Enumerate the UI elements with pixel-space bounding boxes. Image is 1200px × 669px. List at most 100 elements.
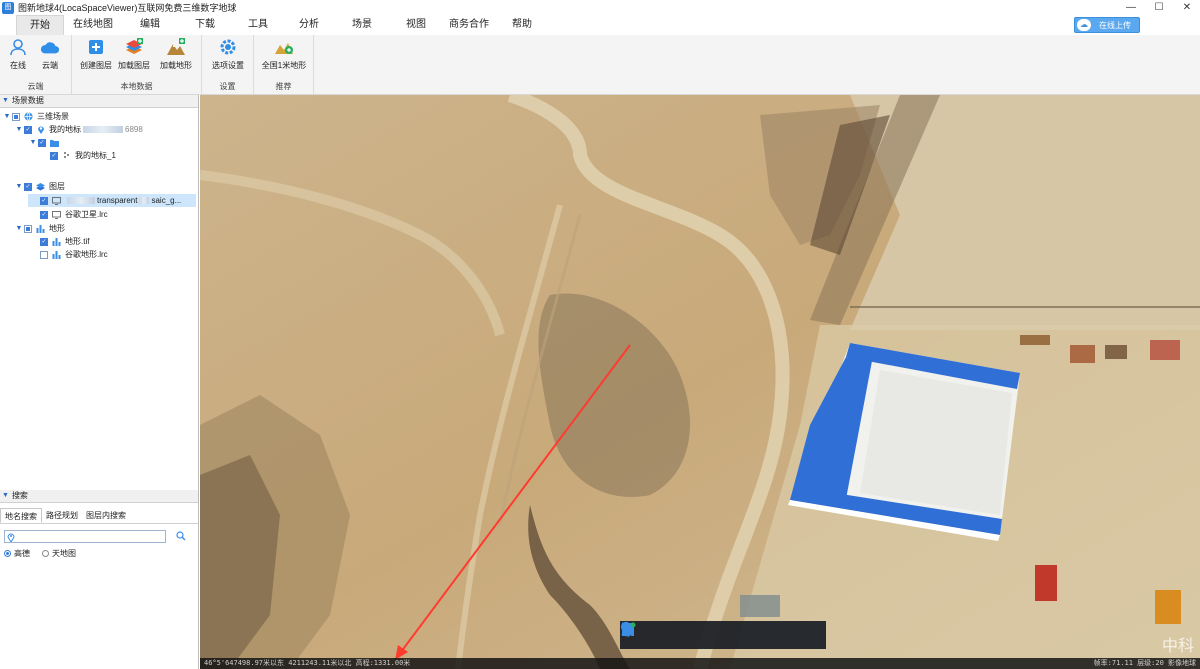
load-terrain-icon (166, 37, 186, 57)
checkbox[interactable]: ✓ (24, 182, 32, 191)
load-terrain-button[interactable]: 加载地形 (156, 37, 196, 71)
radio-dot[interactable] (4, 550, 11, 557)
cloud-button[interactable]: 云端 (30, 37, 70, 71)
scene-data-title: 场景数据 (11, 96, 44, 105)
tree-node-3d-scene[interactable]: ▼ 三维场景 (2, 110, 69, 123)
search-section: ▼ 搜索 地名搜索 路径规划 图层内搜索 高德 天地图 (0, 490, 198, 558)
terrain-icon (36, 224, 45, 233)
tab-online-map[interactable]: 在线地图 (64, 15, 122, 35)
tree-node-google-terrain[interactable]: 谷歌地形.lrc (40, 248, 108, 261)
ribbon-group-local-data: 创建图层 加载图层 加载地形 本地数据 (72, 35, 202, 95)
folder-icon (50, 138, 59, 147)
scene-data-header[interactable]: ▼ 场景数据 (0, 95, 198, 108)
cloud-share-icon: ☁ (1077, 19, 1091, 31)
checkbox[interactable]: ✓ (24, 125, 32, 134)
search-header[interactable]: ▼ 搜索 (0, 490, 198, 503)
tab-scene[interactable]: 场景 (334, 15, 390, 35)
expand-arrow-icon[interactable]: ▼ (14, 183, 24, 190)
monitor-icon (52, 210, 61, 219)
tab-help[interactable]: 帮助 (496, 15, 548, 35)
search-title: 搜索 (11, 491, 28, 500)
checkbox[interactable]: ✓ (40, 237, 48, 246)
checkbox[interactable] (24, 224, 32, 233)
tree-node-transparent-mosaic[interactable]: ✓ transparent saic_g... (28, 194, 196, 207)
search-input[interactable] (4, 530, 166, 543)
national-terrain-label: 全国1米地形 (261, 61, 307, 70)
online-upload-button[interactable]: ☁ 在线上传 (1074, 17, 1140, 33)
expand-arrow-icon[interactable]: ▼ (14, 225, 24, 232)
render-stats: 帧率:71.11 层级:20 影像地球 (1093, 659, 1196, 667)
point-marker-icon (62, 151, 71, 160)
select-arrow-icon[interactable] (622, 622, 683, 644)
checkbox[interactable] (40, 250, 48, 259)
tree-label: 谷歌卫星.lrc (65, 210, 108, 219)
tree-label-suffix: saic_g... (151, 196, 182, 205)
tab-analysis[interactable]: 分析 (284, 15, 334, 35)
create-layer-button[interactable]: 创建图层 (76, 37, 116, 71)
checkbox[interactable]: ✓ (38, 138, 46, 147)
tree-label: 三维场景 (37, 112, 69, 121)
tree-label: 谷歌地形.lrc (65, 250, 108, 259)
tab-business[interactable]: 商务合作 (442, 15, 496, 35)
redacted-text (83, 126, 123, 133)
placemark-icon (36, 125, 45, 134)
tab-tools[interactable]: 工具 (232, 15, 284, 35)
globe-icon (24, 112, 33, 121)
options-settings-label: 选项设置 (212, 61, 244, 70)
tree-node-my-placemarks[interactable]: ▼ ✓ 我的地标 6898 (14, 123, 143, 136)
expand-arrow-icon[interactable]: ▼ (2, 113, 12, 120)
close-button[interactable]: ✕ (1178, 0, 1196, 15)
tab-layer-search[interactable]: 图层内搜索 (82, 508, 130, 523)
monitor-icon (52, 196, 61, 205)
map-viewport[interactable]: 中科 46°5'647498.97米以东 4211243.11米以北 高程:13… (200, 95, 1200, 669)
radio-label: 天地图 (52, 549, 76, 558)
tab-view[interactable]: 视图 (390, 15, 442, 35)
coordinates-readout: 46°5'647498.97米以东 4211243.11米以北 高程:1331.… (204, 659, 411, 667)
collapse-triangle-icon: ▼ (2, 97, 9, 104)
radio-dot[interactable] (42, 550, 49, 557)
app-logo-icon: 图 (2, 1, 14, 14)
search-icon[interactable] (176, 531, 186, 541)
aerial-imagery (200, 95, 1200, 669)
scene-tree: ▼ 三维场景 ▼ ✓ 我的地标 6898 ▼ ✓ ✓ 我的地标_1 ▼ ✓ 图层… (0, 108, 198, 488)
minimize-button[interactable]: — (1122, 0, 1140, 15)
checkbox[interactable]: ✓ (40, 210, 48, 219)
redacted-text (139, 197, 150, 204)
expand-arrow-icon[interactable]: ▼ (28, 139, 38, 146)
group-label-cloud: 云端 (27, 82, 44, 91)
tree-node-terrain[interactable]: ▼ 地形 (14, 222, 65, 235)
terrain-icon (52, 250, 61, 259)
placemark-icon[interactable] (621, 621, 716, 644)
tab-start[interactable]: 开始 (16, 14, 64, 36)
maximize-button[interactable]: ☐ (1150, 0, 1168, 15)
tab-route-planning[interactable]: 路径规划 (42, 508, 82, 523)
checkbox[interactable]: ✓ (40, 196, 48, 205)
tab-download[interactable]: 下载 (178, 15, 232, 35)
load-layer-button[interactable]: 加载图层 (114, 37, 154, 71)
checkbox[interactable] (12, 112, 20, 121)
expand-arrow-icon[interactable]: ▼ (14, 126, 24, 133)
tree-label-suffix: 6898 (125, 125, 143, 134)
create-layer-icon (86, 37, 106, 57)
tree-node-folder[interactable]: ▼ ✓ (28, 136, 63, 149)
tab-place-search[interactable]: 地名搜索 (0, 508, 42, 523)
cloud-label: 云端 (42, 61, 58, 70)
title-bar: 图 图新地球4(LocaSpaceViewer)互联网免费三维数字地球 — ☐ … (0, 0, 1200, 15)
tab-edit[interactable]: 编辑 (122, 15, 178, 35)
chart-icon[interactable] (622, 622, 813, 644)
tree-node-terrain-tif[interactable]: ✓ 地形.tif (40, 235, 89, 248)
options-settings-button[interactable]: 选项设置 (208, 37, 248, 71)
ribbon-toolbar: 在线 云端 云端 创建图层 加载图层 加载地形 本地数据 选项设置 设置 全国1… (0, 35, 1200, 95)
ribbon-group-settings: 选项设置 设置 (202, 35, 254, 95)
tree-node-layers[interactable]: ▼ ✓ 图层 (14, 180, 65, 193)
checkbox[interactable]: ✓ (50, 151, 58, 160)
user-icon (8, 37, 28, 57)
radio-gaode[interactable]: 高德 (4, 548, 30, 559)
radio-tianditu[interactable]: 天地图 (42, 548, 76, 559)
tree-node-placemark-1[interactable]: ✓ 我的地标_1 (50, 149, 116, 162)
tree-node-google-satellite[interactable]: ✓ 谷歌卫星.lrc (40, 208, 108, 221)
line-icon[interactable] (621, 622, 748, 644)
national-terrain-button[interactable]: 全国1米地形 (261, 37, 307, 71)
polygon-icon[interactable] (622, 623, 780, 644)
tree-label: 地形.tif (65, 237, 90, 246)
